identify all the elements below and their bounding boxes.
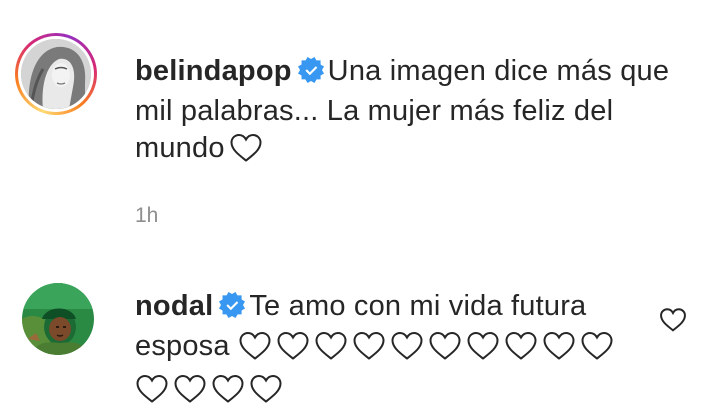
heart-emoji-icon bbox=[229, 133, 263, 173]
avatar[interactable] bbox=[21, 39, 91, 109]
story-ring[interactable] bbox=[15, 33, 97, 115]
heart-emoji-icon bbox=[428, 331, 462, 371]
comment-item: nodal Te amo con mi vida futura esposa bbox=[0, 240, 717, 418]
heart-emoji-icon bbox=[314, 331, 348, 371]
username[interactable]: nodal bbox=[135, 290, 213, 322]
heart-emoji-icon bbox=[390, 331, 424, 371]
heart-emoji-icon bbox=[504, 331, 538, 371]
heart-emoji-icon bbox=[542, 331, 576, 371]
heart-emoji-icon bbox=[466, 331, 500, 371]
comment-text: belindapop Una imagen dice más que mil pa… bbox=[135, 53, 675, 173]
heart-emoji-icon bbox=[352, 331, 386, 371]
like-button[interactable] bbox=[659, 307, 687, 338]
heart-emoji-icon bbox=[173, 374, 207, 414]
heart-emoji-icon bbox=[211, 374, 245, 414]
username[interactable]: belindapop bbox=[135, 55, 292, 87]
comment-timestamp[interactable]: 1h bbox=[135, 204, 158, 228]
heart-emoji-icon bbox=[276, 331, 310, 371]
comment-text: nodal Te amo con mi vida futura esposa bbox=[135, 288, 635, 414]
heart-emoji-icon bbox=[580, 331, 614, 371]
heart-emoji-icon bbox=[238, 331, 272, 371]
heart-outline-icon bbox=[660, 308, 686, 332]
heart-emoji-icon bbox=[135, 374, 169, 414]
profile-photo-icon bbox=[22, 283, 94, 355]
verified-badge-icon bbox=[219, 291, 246, 328]
comment-item: belindapop Una imagen dice más que mil pa… bbox=[0, 0, 717, 240]
verified-badge-icon bbox=[297, 56, 324, 93]
profile-photo-icon bbox=[21, 39, 91, 109]
heart-emoji-icon bbox=[249, 374, 283, 414]
avatar[interactable] bbox=[22, 283, 94, 355]
